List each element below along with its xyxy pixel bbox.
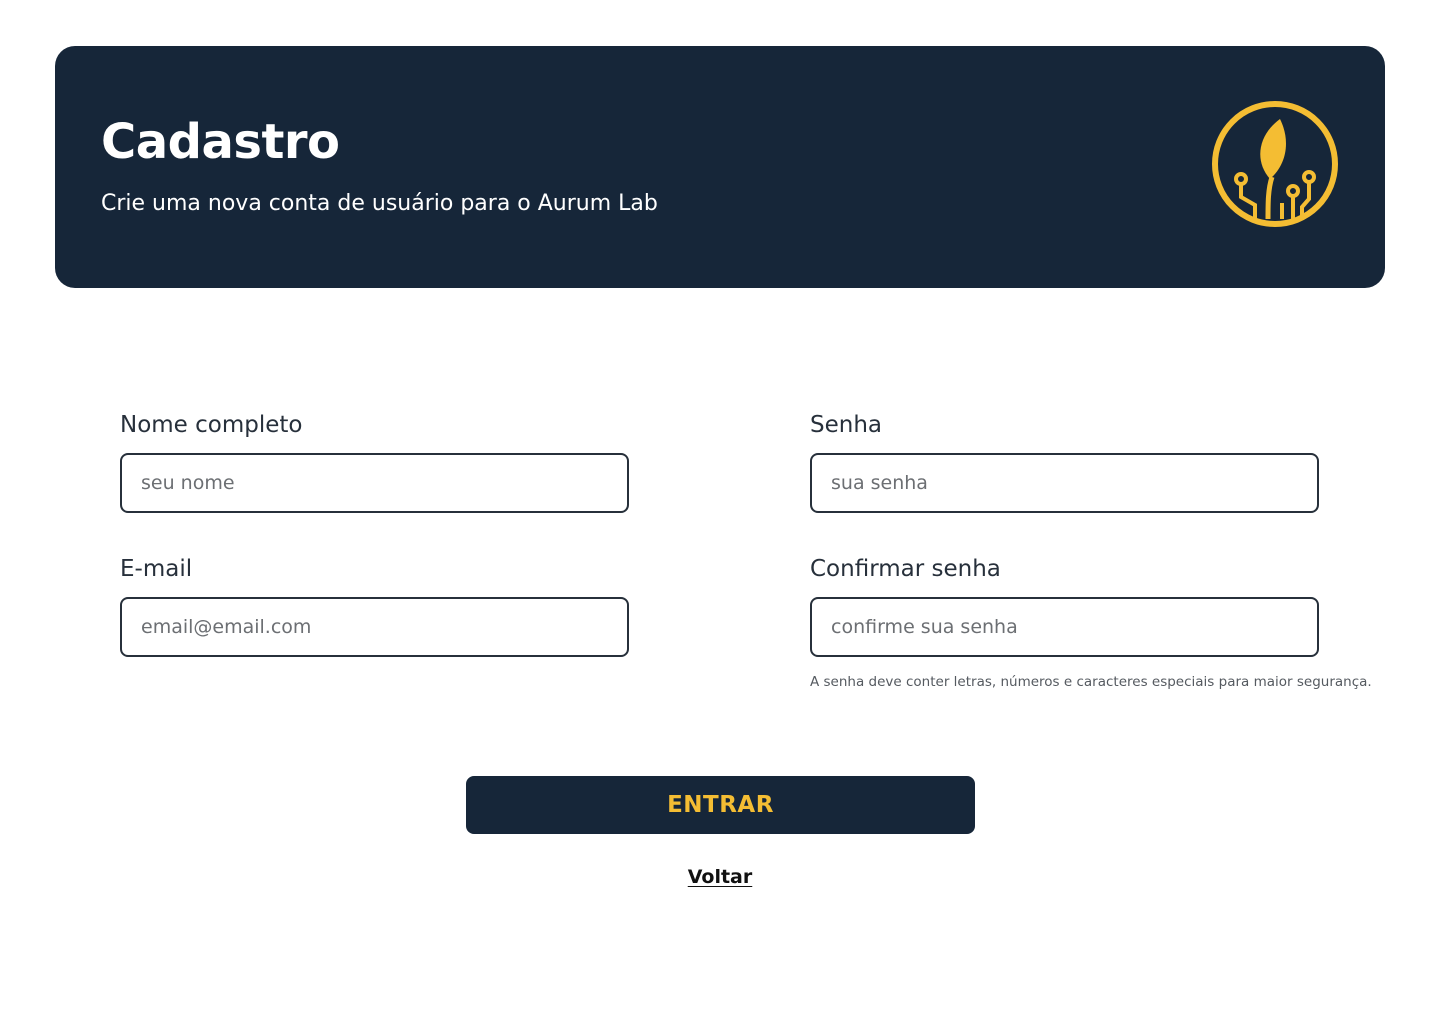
password-field-group: Senha: [810, 410, 1320, 513]
back-link-container: Voltar: [0, 863, 1440, 891]
password-input[interactable]: [810, 453, 1319, 513]
page-subtitle: Crie uma nova conta de usuário para o Au…: [101, 191, 658, 216]
password-label: Senha: [810, 412, 882, 438]
email-label: E-mail: [120, 556, 193, 582]
leaf-circuit-logo-icon: [1212, 101, 1338, 227]
confirm-password-field-group: Confirmar senha: [810, 554, 1320, 657]
name-label: Nome completo: [120, 412, 303, 438]
page-title: Cadastro: [101, 114, 340, 170]
name-input[interactable]: [120, 453, 629, 513]
signup-page: Cadastro Crie uma nova conta de usuário …: [0, 0, 1440, 1024]
email-input[interactable]: [120, 597, 629, 657]
submit-button[interactable]: ENTRAR: [466, 776, 975, 834]
password-hint: A senha deve conter letras, números e ca…: [810, 674, 1372, 690]
confirm-password-label: Confirmar senha: [810, 556, 1001, 582]
confirm-password-input[interactable]: [810, 597, 1319, 657]
name-field-group: Nome completo: [120, 410, 630, 513]
email-field-group: E-mail: [120, 554, 630, 657]
back-link[interactable]: Voltar: [688, 866, 753, 888]
header-banner: Cadastro Crie uma nova conta de usuário …: [55, 46, 1385, 288]
